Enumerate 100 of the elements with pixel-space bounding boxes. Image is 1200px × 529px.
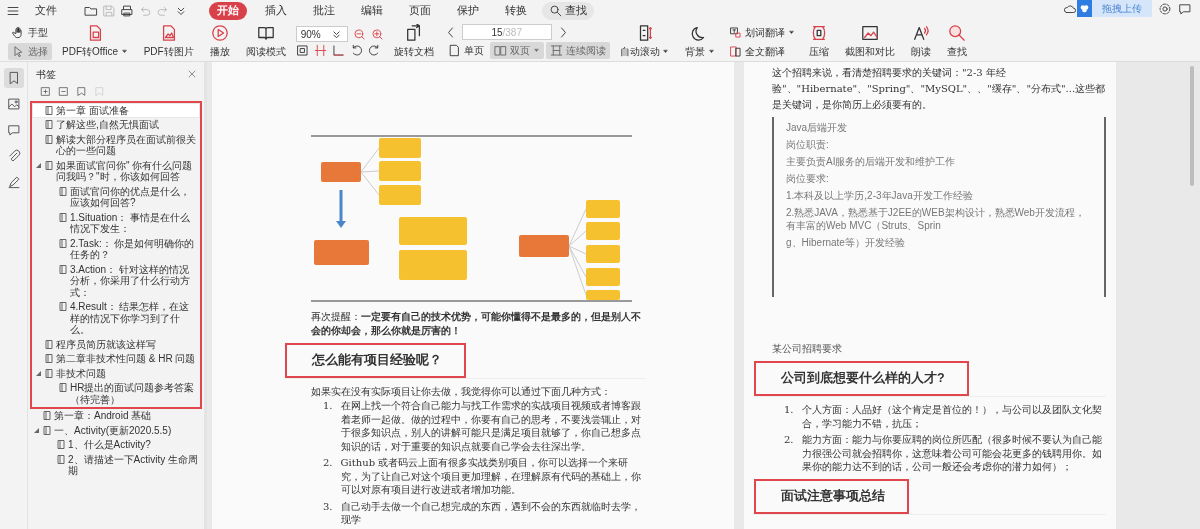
list-number: 2.	[784, 433, 794, 447]
expanded-icon[interactable]	[34, 428, 39, 434]
list-number: 1.	[323, 399, 333, 413]
list-text: 在网上找一个符合自己能力与找工作需求的实战项目视频或者博客跟着老师一起做。做的过程中，你要有自己的思考，不要浅尝辄止，对于很多知识点，别人的讲解可能只是满足项目就够了，你自己想多点知识的话，对于重要的知识点就要自己学会去往深出学。	[340, 399, 642, 453]
expanded-icon[interactable]	[36, 163, 41, 169]
bookmark-item[interactable]: 3.Action： 针对这样的情况分析，你采用了什么行动方式：	[32, 262, 200, 300]
toolbar-button[interactable]: 自动滚动	[613, 24, 676, 59]
bookmark-icon	[59, 302, 67, 311]
bookmark-icon	[45, 368, 53, 378]
posting-line: 2.熟悉JAVA，熟悉基于J2EE的WEB架构设计，熟悉Web开发流程，有丰富的Web MVC（Struts、Sprin	[786, 206, 1086, 232]
toolbar-button[interactable]: PDF转图片	[137, 24, 200, 59]
comment-icon	[6, 123, 21, 137]
bookmark-item[interactable]: HR提出的面试问题参考答案（待完善）	[32, 380, 200, 407]
bookmark-item[interactable]: 程序员简历就该这样写	[32, 337, 200, 352]
menu-tab[interactable]: 插入	[257, 2, 295, 20]
printer-icon[interactable]	[120, 4, 134, 18]
cursor-icon	[12, 44, 25, 58]
paragraph: 再次提醒：一定要有自己的技术优势，可能你懂得不是最多的，但是别人不会的你却会，那么你就是厉害的！	[311, 310, 642, 338]
section-heading: 怎么能有项目经验呢？	[285, 343, 466, 378]
toolbar-button[interactable]: 背景	[679, 24, 722, 59]
zoom-in-icon[interactable]	[370, 27, 384, 41]
bookmark-item[interactable]: 第一章：Android 基础	[30, 408, 202, 423]
panel-title: 书签	[36, 67, 56, 82]
search-button[interactable]: 查找	[542, 2, 594, 20]
two-page-icon	[493, 44, 507, 57]
zoom-field[interactable]: 90%	[295, 26, 348, 42]
toolbar-button[interactable]: 播放	[203, 24, 236, 59]
file-menu[interactable]: 文件	[27, 2, 65, 20]
toolbar-button[interactable]: 单页	[443, 42, 488, 59]
toolbar-button[interactable]: 压缩	[803, 24, 836, 59]
page-icon	[447, 44, 461, 57]
toolbar-button[interactable]: 选择	[8, 42, 52, 60]
list-text: 能力方面：能力与你要应聘的岗位所匹配（很多时候不要认为自己能力很强公司就会招聘你，这意味着公司可能会花更多的钱聘用你。如果你的能力达不到的话，公司一般还会考虑你的潜力如何）；	[801, 433, 1103, 474]
posting-line: g、Hibernate等）开发经验	[786, 236, 906, 249]
bookmark-icon	[59, 212, 67, 222]
bookmark-item[interactable]: 1、什么是Activity?	[30, 437, 202, 452]
list-text: Github 或者码云上面有很多实战类别项目，你可以选择一个来研究，为了让自己对这个项目更加理解，在理解原有代码的基础上，你可以对原有项目进行改进或者增加功能。	[340, 456, 642, 497]
toolbar-button[interactable]: 手型	[8, 23, 52, 41]
toolbar-button[interactable]: PDF转Office	[56, 24, 134, 59]
bookmark-icon	[45, 134, 53, 144]
translate-document-icon	[729, 44, 743, 58]
toolbar-button[interactable]: 朗读	[905, 24, 938, 59]
toolbar-button[interactable]: 连续阅读	[545, 42, 610, 59]
menu-tab[interactable]: 页面	[401, 2, 439, 20]
bookmark-item[interactable]: 如果面试官问你" 你有什么问题问我吗？"时，你该如何回答	[32, 158, 200, 184]
toolbar-button[interactable]: 查找	[941, 24, 974, 59]
bookmark-item[interactable]: 解读大部分程序员在面试前很关心的一些问题	[32, 132, 200, 158]
menu-tab[interactable]: 转换	[497, 2, 535, 20]
zoom-out-icon[interactable]	[352, 27, 366, 41]
folder-icon[interactable]	[84, 4, 98, 18]
menu-tab[interactable]: 编辑	[353, 2, 391, 20]
menu-tab[interactable]: 开始	[209, 2, 247, 20]
bookmark-item[interactable]: 4.Result： 结果怎样，在这样的情况下你学习到了什么。	[32, 299, 200, 337]
bookmark-icon	[45, 354, 53, 363]
remove-bookmark-icon[interactable]	[58, 86, 69, 97]
upload-icon	[1077, 0, 1092, 17]
toolbar-button[interactable]: 截图和对比	[839, 24, 902, 59]
bookmark-item[interactable]: 第二章非技术性问题 & HR 问题	[32, 351, 200, 366]
bookmark-item[interactable]: 2.Task:： 你是如何明确你的任务的？	[32, 236, 200, 262]
bookmark-icon	[45, 105, 53, 115]
toolbar-button[interactable]: 全文翻译	[725, 42, 800, 60]
rotate-right-icon[interactable]	[367, 44, 381, 57]
page-field[interactable]: 15/387	[461, 24, 552, 40]
section-heading: 面试注意事项总结	[754, 478, 909, 514]
toolbar-button[interactable]: 旋转文档	[387, 24, 440, 59]
list-number: 3.	[323, 499, 333, 514]
bookmark-icon	[45, 339, 53, 349]
bookmark-item[interactable]: 2、请描述一下Activity 生命周期	[30, 452, 202, 478]
paragraph: 如果实在没有实际项目让你去做，我觉得你可以通过下面几种方式：	[311, 385, 612, 399]
menu-icon	[6, 4, 20, 18]
bookmark-item[interactable]: 了解这些,自然无惧面试	[32, 117, 200, 132]
close-icon[interactable]	[188, 70, 196, 78]
toolbar-button[interactable]: 划词翻译	[725, 23, 800, 41]
actual-size-icon[interactable]	[331, 44, 345, 57]
bookmark-item[interactable]: 1.Situation： 事情是在什么情况下发生：	[32, 210, 200, 236]
expanded-icon[interactable]	[36, 371, 41, 377]
bookmark-icon	[43, 411, 51, 420]
bookmark-item[interactable]: 一、Activity(更新2020.5.5)	[30, 423, 202, 438]
posting-line: Java后端开发	[786, 121, 849, 134]
toolbar-button[interactable]: 阅读模式	[239, 24, 292, 59]
menu-tab[interactable]: 批注	[305, 2, 343, 20]
bookmark-item[interactable]: 第一章 面试准备	[32, 103, 200, 118]
bookmark-icon	[57, 454, 65, 464]
settings-icon	[1158, 1, 1172, 16]
add-bookmark-icon[interactable]	[40, 86, 51, 97]
bookmark-icon	[59, 238, 67, 248]
search-icon	[549, 4, 563, 18]
fit-width-icon[interactable]	[313, 44, 327, 57]
bookmark-icon	[59, 264, 67, 274]
toolbar-button[interactable]: 双页	[489, 42, 544, 59]
bookmark-icon[interactable]	[76, 86, 87, 97]
sidebar-tab[interactable]	[3, 68, 24, 88]
fit-page-icon[interactable]	[295, 44, 309, 57]
bookmark-item[interactable]: 非技术问题	[32, 366, 200, 381]
bookmark-icon	[45, 120, 53, 129]
bookmark-item[interactable]: 面试官问你的优点是什么，应该如何回答?	[32, 184, 200, 210]
section-heading: 公司到底想要什么样的人才?	[754, 361, 969, 396]
menu-tab[interactable]: 保护	[449, 2, 487, 20]
scrollbar[interactable]	[1190, 66, 1194, 186]
paperclip-icon	[6, 149, 21, 163]
